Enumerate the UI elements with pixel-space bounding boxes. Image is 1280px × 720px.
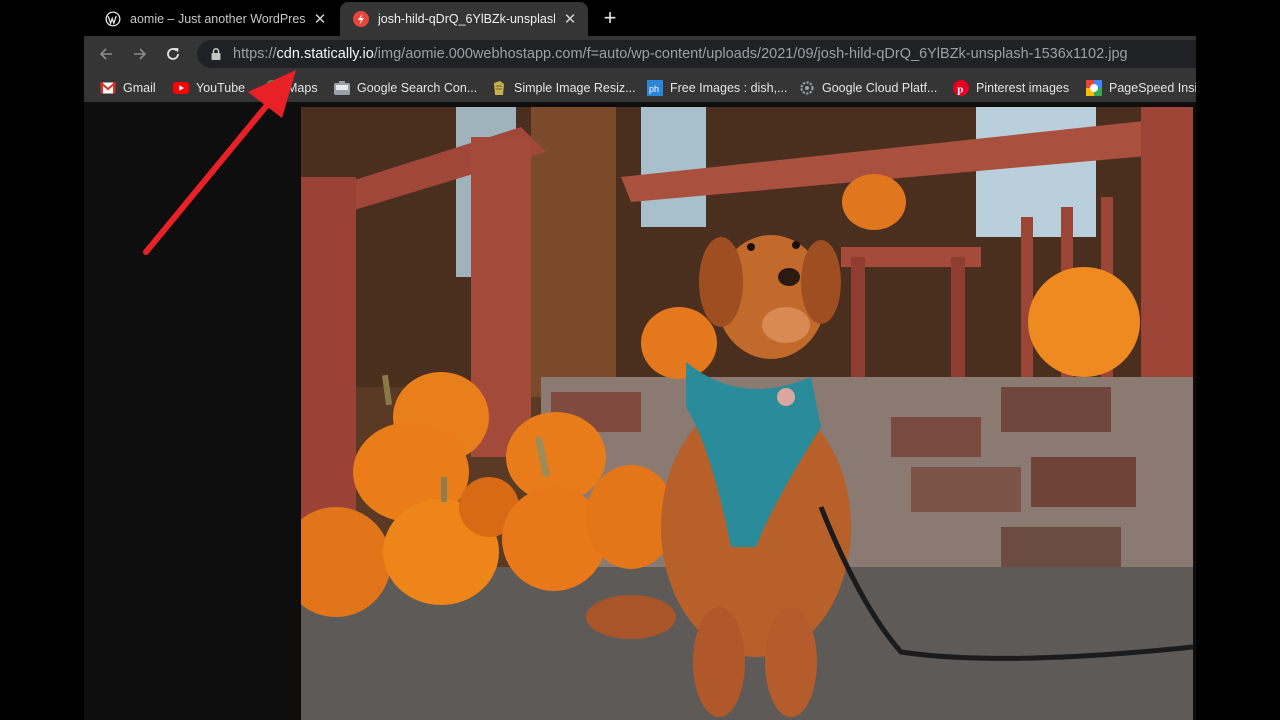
gear-icon [799,80,815,96]
maps-icon [264,79,280,96]
close-icon[interactable]: ✕ [311,10,329,28]
dog-photo[interactable] [301,107,1193,720]
svg-text:ph: ph [649,84,659,94]
lock-icon[interactable] [209,47,223,61]
image-resizer-icon [491,80,507,96]
youtube-icon [173,80,189,96]
bookmark-search-console[interactable]: Google Search Con... [334,79,477,96]
url-host: cdn.statically.io [276,46,374,62]
browser-window: aomie – Just another WordPress ✕ josh-hi… [84,0,1196,720]
pagespeed-icon [1086,79,1102,96]
statically-icon [353,11,369,27]
pinterest-icon: p [953,79,969,96]
bookmark-gmail[interactable]: Gmail [100,79,156,96]
address-bar[interactable]: https://cdn.statically.io/img/aomie.000w… [197,40,1196,68]
forward-button[interactable] [128,42,152,66]
wordpress-icon [105,11,121,27]
new-tab-button[interactable]: + [596,6,624,30]
bookmark-label: Google Search Con... [357,80,478,95]
tab-title: aomie – Just another WordPress [130,12,305,26]
url-scheme: https:// [233,46,277,62]
bookmark-label: YouTube [196,80,246,95]
bookmark-image-resizer[interactable]: Simple Image Resiz... [491,79,636,96]
tab-aomie[interactable]: aomie – Just another WordPress ✕ [92,2,338,36]
forward-arrow-icon [134,48,147,60]
tab-image[interactable]: josh-hild-qDrQ_6YlBZk-unsplash- ✕ [340,2,588,36]
bookmark-pinterest[interactable]: p Pinterest images [953,79,1069,96]
bookmark-label: Simple Image Resiz... [514,80,636,95]
bookmark-label: Gmail [123,80,156,95]
pixabay-icon: ph [647,79,663,96]
bookmark-youtube[interactable]: YouTube [173,79,245,96]
svg-text:p: p [957,83,963,95]
bookmark-label: Pinterest images [976,80,1070,95]
back-button[interactable] [94,42,118,66]
page-content [84,102,1196,720]
bookmark-pagespeed[interactable]: PageSpeed Insights [1086,79,1196,96]
bookmark-label: PageSpeed Insights [1109,80,1196,95]
url-path: /img/aomie.000webhostapp.com/f=auto/wp-c… [373,46,1128,62]
toolbar: https://cdn.statically.io/img/aomie.000w… [84,36,1196,72]
bookmarks-bar: Gmail YouTube Maps Google Search Con... … [84,72,1196,102]
bookmark-label: Maps [287,80,318,95]
bookmark-maps[interactable]: Maps [264,79,318,96]
bookmark-google-cloud[interactable]: Google Cloud Platf... [799,79,937,96]
bookmark-free-images[interactable]: ph Free Images : dish,... [647,79,787,96]
close-icon[interactable]: ✕ [561,10,579,28]
url-text: https://cdn.statically.io/img/aomie.000w… [233,46,1128,62]
reload-icon [167,48,179,60]
search-console-icon [334,80,350,96]
tab-strip: aomie – Just another WordPress ✕ josh-hi… [84,0,1196,36]
bookmark-label: Google Cloud Platf... [822,80,938,95]
bookmark-label: Free Images : dish,... [670,80,788,95]
reload-button[interactable] [161,42,185,66]
tab-title: josh-hild-qDrQ_6YlBZk-unsplash- [378,12,555,26]
photo-illustration [301,107,1193,720]
gmail-icon [100,80,116,96]
back-arrow-icon [99,48,112,60]
